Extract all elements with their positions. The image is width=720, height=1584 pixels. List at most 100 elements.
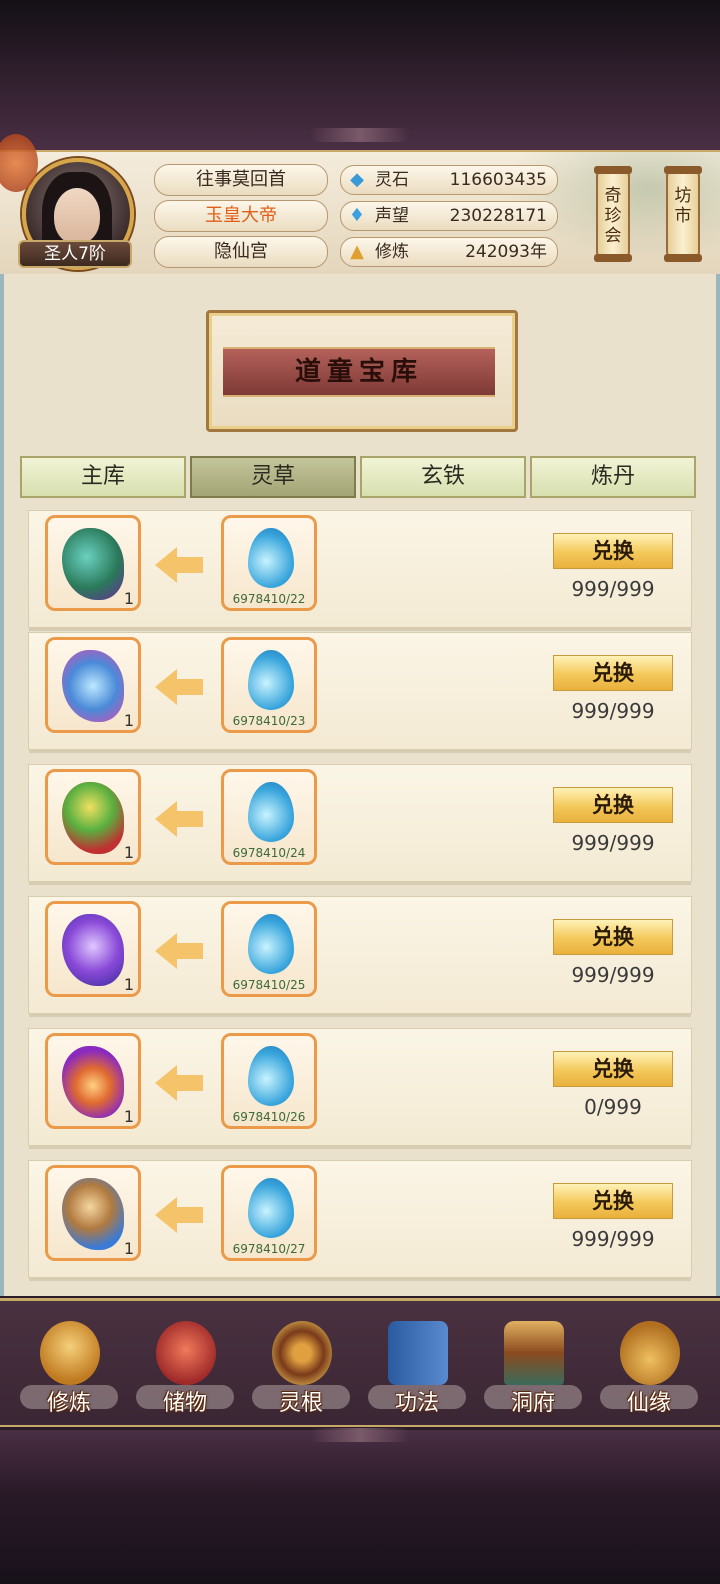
nav-label: 仙缘 bbox=[626, 1391, 671, 1416]
spirit-root-icon bbox=[272, 1321, 332, 1385]
nav-storage[interactable]: 储物 bbox=[130, 1313, 240, 1423]
exchange-row: 1 6978410/27 兑换 999/999 bbox=[28, 1160, 692, 1281]
bottom-nav: 修炼 储物 灵根 功法 洞府 仙缘 bbox=[0, 1298, 720, 1427]
title-pill-2: 玉皇大帝 bbox=[154, 200, 328, 232]
purple-lotus-icon bbox=[62, 914, 124, 986]
cost-item-slot[interactable]: 6978410/22 bbox=[221, 515, 317, 611]
stat-label: 灵石 bbox=[375, 170, 409, 190]
scroll-book-icon bbox=[388, 1321, 448, 1385]
water-drop-icon bbox=[248, 528, 294, 588]
arrow-left-icon bbox=[155, 933, 203, 969]
nav-label: 功法 bbox=[394, 1391, 439, 1416]
nav-label: 储物 bbox=[162, 1391, 207, 1416]
cost-code: 6978410/22 bbox=[232, 592, 306, 606]
exchange-button[interactable]: 兑换 bbox=[553, 1183, 673, 1219]
item-count: 1 bbox=[123, 711, 134, 730]
player-header: 圣人7阶 往事莫回首 玉皇大帝 隐仙宫 ◆ 灵石 116603435 ♦ 声望 … bbox=[0, 134, 720, 277]
tab-dark-iron[interactable]: 玄铁 bbox=[360, 456, 526, 498]
title-pill-3: 隐仙宫 bbox=[154, 236, 328, 268]
cost-code: 6978410/24 bbox=[232, 846, 306, 860]
tab-alchemy[interactable]: 炼丹 bbox=[530, 456, 696, 498]
cost-code: 6978410/25 bbox=[232, 978, 306, 992]
cave-palace-icon bbox=[504, 1321, 564, 1385]
bottom-ornament bbox=[310, 1428, 410, 1442]
reward-item-slot[interactable]: 1 bbox=[45, 515, 141, 611]
cultivation-icon: ▲ bbox=[350, 241, 364, 262]
flame-lotus-icon bbox=[62, 1046, 124, 1118]
market-button[interactable]: 坊市 bbox=[664, 166, 702, 262]
exchange-row: 1 6978410/22 兑换 999/999 bbox=[28, 510, 692, 631]
exchange-limit: 999/999 bbox=[571, 1227, 655, 1251]
arrow-left-icon bbox=[155, 801, 203, 837]
cost-code: 6978410/26 bbox=[232, 1110, 306, 1124]
stat-value: 230228171 bbox=[449, 206, 547, 226]
spirit-stone-stat: ◆ 灵石 116603435 bbox=[340, 165, 558, 195]
stat-label: 声望 bbox=[375, 206, 409, 226]
nav-cave-residence[interactable]: 洞府 bbox=[478, 1313, 588, 1423]
exchange-limit: 999/999 bbox=[571, 831, 655, 855]
exchange-row: 1 6978410/24 兑换 999/999 bbox=[28, 764, 692, 885]
vault-banner: 道童宝库 bbox=[206, 310, 518, 432]
water-drop-icon bbox=[248, 782, 294, 842]
reward-item-slot[interactable]: 1 bbox=[45, 637, 141, 733]
water-drop-icon bbox=[248, 914, 294, 974]
exchange-button[interactable]: 兑换 bbox=[553, 787, 673, 823]
prestige-stat: ♦ 声望 230228171 bbox=[340, 201, 558, 231]
item-count: 1 bbox=[123, 1239, 134, 1258]
exchange-limit: 999/999 bbox=[571, 699, 655, 723]
reward-item-slot[interactable]: 1 bbox=[45, 1033, 141, 1129]
nav-label: 修炼 bbox=[46, 1391, 91, 1416]
exchange-row: 1 6978410/25 兑换 999/999 bbox=[28, 896, 692, 1017]
glowing-blue-flower-icon bbox=[62, 650, 124, 722]
phoenix-plume-icon bbox=[62, 1178, 124, 1250]
cost-code: 6978410/27 bbox=[232, 1242, 306, 1256]
arrow-left-icon bbox=[155, 1065, 203, 1101]
tab-main-vault[interactable]: 主库 bbox=[20, 456, 186, 498]
nav-techniques[interactable]: 功法 bbox=[362, 1313, 472, 1423]
rank-plate: 圣人7阶 bbox=[18, 240, 132, 268]
water-drop-icon bbox=[248, 650, 294, 710]
cost-item-slot[interactable]: 6978410/27 bbox=[221, 1165, 317, 1261]
item-count: 1 bbox=[123, 1107, 134, 1126]
cost-item-slot[interactable]: 6978410/24 bbox=[221, 769, 317, 865]
nav-label: 灵根 bbox=[278, 1391, 323, 1416]
nav-cultivate[interactable]: 修炼 bbox=[14, 1313, 124, 1423]
exchange-limit: 999/999 bbox=[571, 577, 655, 601]
water-drop-icon bbox=[248, 1046, 294, 1106]
water-drop-icon bbox=[248, 1178, 294, 1238]
nav-spirit-root[interactable]: 灵根 bbox=[246, 1313, 356, 1423]
exchange-button[interactable]: 兑换 bbox=[553, 533, 673, 569]
item-count: 1 bbox=[123, 975, 134, 994]
exchange-limit: 999/999 bbox=[571, 963, 655, 987]
peacock-feather-herb-icon bbox=[62, 528, 124, 600]
reward-item-slot[interactable]: 1 bbox=[45, 1165, 141, 1261]
exchange-button[interactable]: 兑换 bbox=[553, 1051, 673, 1087]
exchange-button[interactable]: 兑换 bbox=[553, 919, 673, 955]
bottom-background bbox=[0, 1430, 720, 1584]
stat-value: 116603435 bbox=[449, 170, 547, 190]
title-pill-1: 往事莫回首 bbox=[154, 164, 328, 196]
meditation-icon bbox=[40, 1321, 100, 1385]
cost-item-slot[interactable]: 6978410/26 bbox=[221, 1033, 317, 1129]
cost-item-slot[interactable]: 6978410/25 bbox=[221, 901, 317, 997]
stat-value: 242093年 bbox=[465, 242, 547, 262]
cultivation-stat: ▲ 修炼 242093年 bbox=[340, 237, 558, 267]
pouch-icon bbox=[156, 1321, 216, 1385]
arrow-left-icon bbox=[155, 547, 203, 583]
gourd-icon bbox=[620, 1321, 680, 1385]
reward-item-slot[interactable]: 1 bbox=[45, 769, 141, 865]
exchange-button[interactable]: 兑换 bbox=[553, 655, 673, 691]
cost-item-slot[interactable]: 6978410/23 bbox=[221, 637, 317, 733]
arrow-left-icon bbox=[155, 1197, 203, 1233]
treasure-fair-button[interactable]: 奇珍会 bbox=[594, 166, 632, 262]
rainbow-fruit-icon bbox=[62, 782, 124, 854]
spirit-stone-icon: ◆ bbox=[350, 169, 364, 190]
stat-label: 修炼 bbox=[375, 242, 409, 262]
exchange-row: 1 6978410/23 兑换 999/999 bbox=[28, 632, 692, 753]
tab-spirit-herbs[interactable]: 灵草 bbox=[190, 456, 356, 498]
nav-fortune[interactable]: 仙缘 bbox=[594, 1313, 704, 1423]
reward-item-slot[interactable]: 1 bbox=[45, 901, 141, 997]
exchange-limit: 0/999 bbox=[584, 1095, 642, 1119]
exchange-row: 1 6978410/26 兑换 0/999 bbox=[28, 1028, 692, 1149]
page-title: 道童宝库 bbox=[223, 347, 495, 397]
